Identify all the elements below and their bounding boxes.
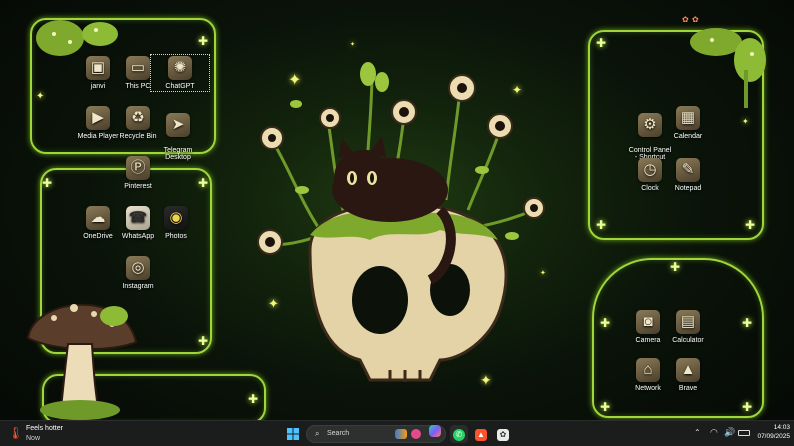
control-panel-icon: ⚙ (638, 113, 662, 137)
sparkle-icon: ✦ (350, 41, 356, 48)
frame-corner-sparkle-icon: ✚ (198, 34, 209, 48)
clock-icon: ◷ (638, 158, 662, 182)
desktop-icon-label: Pinterest (124, 183, 152, 190)
frame-corner-sparkle-icon: ✚ (596, 218, 607, 232)
computer-icon: ▭ (126, 56, 150, 80)
photos-icon: ◉ (164, 206, 188, 230)
clock-date: 07/09/2025 (757, 433, 790, 440)
start-button[interactable] (284, 425, 302, 443)
frame-corner-sparkle-icon: ✚ (600, 316, 611, 330)
recycle-bin-icon: ♻ (126, 106, 150, 130)
flower-icon: ✿ (682, 15, 689, 24)
clock-time: 14:03 (773, 424, 790, 431)
media-player-icon: ▶ (86, 106, 110, 130)
volume-icon[interactable]: 🔊 (724, 427, 735, 438)
desktop-icon-label: ChatGPT (165, 83, 195, 90)
brave-icon: ▲ (475, 429, 487, 441)
frame-corner-sparkle-icon: ✚ (600, 400, 611, 414)
desktop-wallpaper: ✚ ✚ ✚ ✚ ✚ ✚ ✚ ✚ ✚ ✚ ✚ ✚ ✚ ✦ ✦ ✦ ✦ ✦ ✦ ✦ … (0, 0, 794, 420)
desktop-icon-label: Camera (635, 337, 661, 344)
taskbar-app-photos[interactable]: ✿ (494, 425, 512, 443)
desktop-icon-label: Photos (165, 233, 187, 240)
desktop-icon-brave[interactable]: ▲ Brave (660, 358, 716, 392)
frame-corner-sparkle-icon: ✚ (198, 176, 209, 190)
frame-corner-sparkle-icon: ✚ (670, 260, 681, 274)
notepad-icon: ✎ (676, 158, 700, 182)
moss-decoration-top-right (690, 28, 766, 108)
whatsapp-icon: ☎ (126, 206, 150, 230)
calculator-icon: ▤ (676, 310, 700, 334)
thermometer-icon: 🌡 (8, 426, 24, 440)
frame-corner-sparkle-icon: ✚ (742, 400, 753, 414)
network-icon: ⌂ (636, 358, 660, 382)
frame-corner-sparkle-icon: ✚ (42, 176, 53, 190)
brave-icon: ▲ (676, 358, 700, 382)
desktop-icon-label: Calendar (673, 133, 703, 140)
desktop-icon-label: janvi (90, 83, 106, 90)
flower-icon: ✿ (692, 15, 699, 24)
windows-logo-icon (287, 428, 299, 440)
clock-area[interactable]: 14:03 07/09/2025 (752, 424, 790, 444)
weather-widget[interactable]: 🌡 Feels hotter Now (6, 424, 96, 444)
telegram-icon: ➤ (166, 113, 190, 137)
desktop-icon-calendar[interactable]: ▦ Calendar (660, 106, 716, 140)
desktop-icon-label: OneDrive (83, 233, 113, 240)
wifi-icon[interactable]: ◠ (710, 427, 718, 438)
desktop-icon-photos[interactable]: ◉ Photos (148, 206, 204, 240)
battery-icon[interactable] (738, 430, 750, 436)
desktop-icon-calculator[interactable]: ▤ Calculator (660, 310, 716, 344)
desktop-icon-label: Calculator (672, 337, 704, 344)
copilot-icon (429, 425, 441, 437)
frame-corner-sparkle-icon: ✚ (248, 392, 259, 406)
cloud-icon: ☁ (86, 206, 110, 230)
chatgpt-icon: ✺ (168, 56, 192, 80)
desktop-icon-pinterest[interactable]: Ⓟ Pinterest (110, 156, 166, 190)
desktop-icon-notepad[interactable]: ✎ Notepad (660, 158, 716, 192)
skull-cat-artwork (257, 62, 545, 382)
taskbar-app-brave[interactable]: ▲ (472, 425, 490, 443)
instagram-icon: ◎ (126, 256, 150, 280)
weather-subtitle: Now (26, 435, 41, 442)
search-highlight-icon (395, 429, 407, 439)
frame-corner-sparkle-icon: ✚ (745, 218, 756, 232)
whatsapp-icon: ✆ (453, 429, 465, 441)
weather-title: Feels hotter (26, 425, 63, 432)
search-highlight-icon (411, 429, 421, 439)
desktop-icon-label: Brave (678, 385, 698, 392)
camera-icon: ◙ (636, 310, 660, 334)
photos-icon: ✿ (497, 429, 509, 441)
taskbar-app-copilot[interactable] (426, 425, 444, 443)
calendar-icon: ▦ (676, 106, 700, 130)
desktop-icon-telegram[interactable]: ➤ Telegram Desktop (150, 106, 206, 161)
taskbar-search-box[interactable]: ⌕ Search (306, 425, 446, 443)
search-icon: ⌕ (315, 429, 320, 438)
frame-corner-sparkle-icon: ✚ (742, 316, 753, 330)
chevron-up-icon[interactable]: ⌃ (694, 428, 701, 437)
taskbar-app-whatsapp[interactable]: ✆ (450, 425, 468, 443)
sparkle-icon: ✦ (742, 117, 749, 126)
desktop-icon-label: Instagram (122, 283, 154, 290)
desktop-icon-label: Notepad (674, 185, 702, 192)
frame-corner-sparkle-icon: ✚ (198, 334, 209, 348)
desktop-icon-instagram[interactable]: ◎ Instagram (110, 256, 166, 290)
desktop-icon-chatgpt[interactable]: ✺ ChatGPT (150, 54, 210, 92)
desktop-icon-label: Clock (641, 185, 659, 192)
desktop-icon-label: Telegram Desktop (163, 147, 193, 161)
user-folder-icon: ▣ (86, 56, 110, 80)
pinterest-icon: Ⓟ (126, 156, 150, 180)
desktop-icon-label: Network (635, 385, 661, 392)
frame-corner-sparkle-icon: ✚ (596, 36, 607, 50)
taskbar: 🌡 Feels hotter Now ⌕ Search ✆ ▲ ✿ ⌃ ◠ 🔊 … (0, 420, 794, 446)
desktop-icon-label: This PC (125, 83, 151, 90)
sparkle-icon: ✦ (36, 91, 45, 102)
mushroom-artwork (26, 303, 138, 420)
search-placeholder: Search (327, 430, 350, 437)
